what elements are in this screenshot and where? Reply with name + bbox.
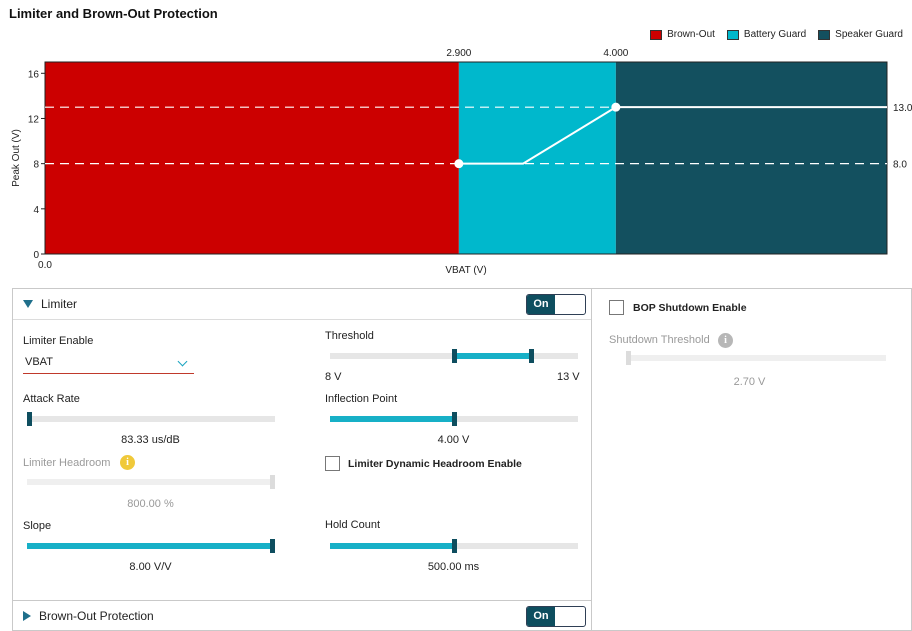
legend-item-brown-out: Brown-Out	[650, 29, 715, 40]
hold-count-fill	[330, 543, 454, 549]
limiter-headroom-label: Limiter Headroom	[23, 457, 111, 469]
info-icon[interactable]: i	[718, 333, 733, 348]
right-label: 8.0	[893, 160, 907, 171]
slope-value: 8.00 V/V	[129, 561, 172, 573]
brown-out-section-title: Brown-Out Protection	[39, 609, 154, 623]
limiter-enable-select[interactable]: VBAT	[23, 352, 194, 374]
boundary-label: 4.000	[603, 48, 628, 59]
y-tick-label: 8	[33, 160, 39, 171]
curve-point	[454, 159, 464, 169]
caret-right-icon[interactable]	[23, 611, 31, 621]
region-brown-out	[45, 62, 459, 254]
legend-swatch-battery-guard	[726, 29, 739, 40]
legend-item-battery-guard: Battery Guard	[726, 29, 807, 40]
attack-rate-value: 83.33 us/dB	[121, 434, 180, 446]
brown-out-toggle[interactable]: On	[526, 605, 586, 627]
attack-rate-slider[interactable]	[27, 412, 275, 426]
toggle-knob	[555, 606, 585, 626]
inflection-point-slider[interactable]	[330, 412, 578, 426]
boundary-label: 2.900	[446, 48, 471, 59]
dynamic-headroom-checkbox[interactable]	[325, 456, 340, 471]
slope-label: Slope	[23, 520, 52, 532]
brown-out-toggle-label: On	[527, 606, 555, 626]
bop-panel: BOP Shutdown Enable Shutdown Threshold i…	[592, 288, 912, 631]
threshold-min-thumb[interactable]	[452, 349, 457, 363]
threshold-range-fill	[454, 353, 531, 359]
shutdown-threshold-slider	[626, 351, 886, 365]
slope-slider[interactable]	[27, 539, 275, 553]
slope-slider-fill	[27, 543, 275, 549]
limiter-section-header[interactable]: Limiter On	[13, 289, 591, 320]
attack-rate-label: Attack Rate	[23, 393, 80, 405]
shutdown-threshold-label: Shutdown Threshold	[609, 334, 710, 346]
hold-count-thumb[interactable]	[452, 539, 457, 553]
protection-chart[interactable]: 13.08.004812162.900 4.0000.0 VBAT (V)Peak …	[0, 40, 912, 280]
y-tick-label: 16	[28, 69, 40, 80]
limiter-panel: Limiter On Limiter Enable VBAT Attack Ra…	[12, 288, 592, 631]
y-axis-label: Peak Out (V)	[11, 129, 22, 187]
y-tick-label: 12	[28, 114, 40, 125]
inflection-point-fill	[330, 416, 454, 422]
bop-shutdown-enable-label: BOP Shutdown Enable	[633, 302, 747, 314]
region-battery-guard	[458, 62, 616, 254]
shutdown-threshold-value: 2.70 V	[733, 376, 766, 388]
legend-swatch-brown-out	[650, 29, 663, 40]
region-speaker-guard	[615, 62, 887, 254]
slope-slider-thumb[interactable]	[270, 539, 275, 553]
limiter-headroom-slider	[27, 475, 275, 489]
chevron-down-icon	[177, 356, 188, 367]
toggle-knob	[555, 294, 585, 314]
hold-count-slider[interactable]	[330, 539, 578, 553]
threshold-min-label: 8 V	[325, 371, 342, 383]
chart-legend: Brown-Out Battery Guard Speaker Guard	[650, 29, 903, 40]
threshold-max-thumb[interactable]	[528, 349, 534, 363]
right-label: 13.0	[893, 103, 912, 114]
threshold-label: Threshold	[325, 330, 374, 342]
y-tick-label: 4	[33, 205, 39, 216]
bop-shutdown-checkbox[interactable]	[609, 300, 624, 315]
limiter-enable-value: VBAT	[25, 356, 53, 368]
limiter-toggle[interactable]: On	[526, 293, 586, 315]
dynamic-headroom-label: Limiter Dynamic Headroom Enable	[348, 458, 522, 470]
legend-label-speaker-guard: Speaker Guard	[835, 29, 903, 40]
shutdown-threshold-thumb	[626, 351, 631, 365]
legend-label-brown-out: Brown-Out	[667, 29, 715, 40]
hold-count-value: 500.00 ms	[427, 561, 480, 573]
limiter-headroom-slider-thumb	[270, 475, 275, 489]
page-title: Limiter and Brown-Out Protection	[9, 6, 218, 21]
inflection-point-value: 4.00 V	[437, 434, 470, 446]
x-tick-label: 0.0	[38, 260, 52, 271]
inflection-point-thumb[interactable]	[452, 412, 457, 426]
threshold-range-slider[interactable]	[330, 349, 578, 363]
limiter-headroom-value: 800.00 %	[127, 498, 174, 510]
x-axis-label: VBAT (V)	[445, 265, 486, 276]
attack-rate-slider-thumb[interactable]	[27, 412, 32, 426]
caret-down-icon[interactable]	[23, 300, 33, 308]
legend-label-battery-guard: Battery Guard	[743, 29, 807, 40]
inflection-point-label: Inflection Point	[325, 393, 398, 405]
limiter-toggle-label: On	[527, 294, 555, 314]
hold-count-label: Hold Count	[325, 519, 381, 531]
limiter-section-title: Limiter	[41, 297, 78, 311]
threshold-max-label: 13 V	[557, 371, 580, 383]
legend-swatch-speaker-guard	[818, 29, 831, 40]
info-icon[interactable]: i	[120, 455, 135, 470]
limiter-enable-label: Limiter Enable	[23, 335, 94, 347]
brown-out-section-header[interactable]: Brown-Out Protection On	[13, 600, 591, 631]
curve-point	[611, 102, 621, 112]
legend-item-speaker-guard: Speaker Guard	[818, 29, 903, 40]
